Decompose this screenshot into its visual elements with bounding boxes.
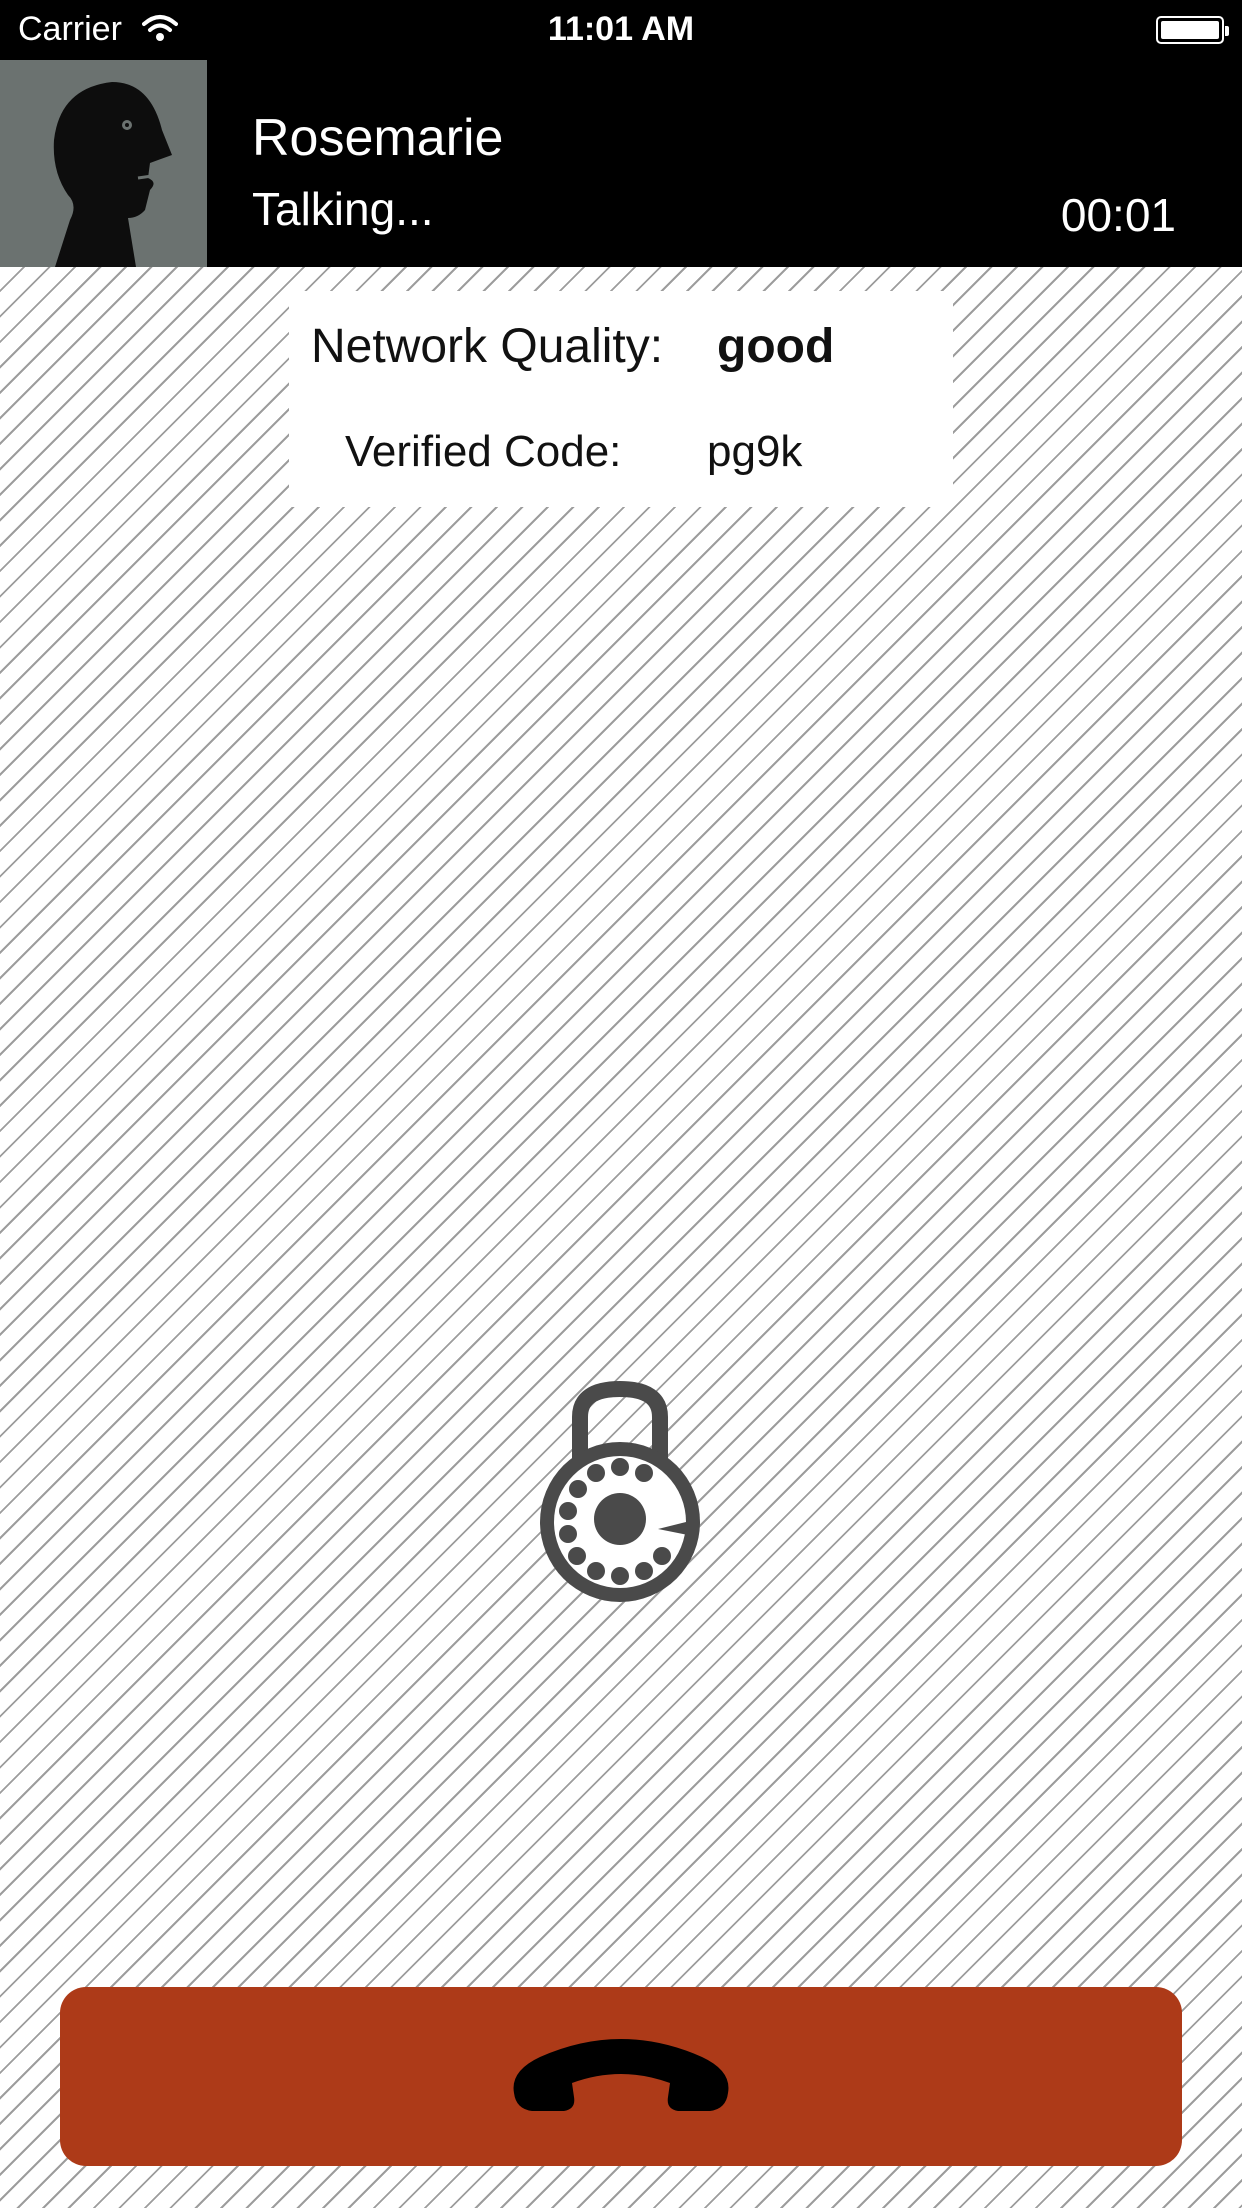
call-info-card: Network Quality: good Verified Code: pg9… [289,291,953,507]
status-bar: Carrier 11:01 AM [0,0,1242,60]
call-header: Rosemarie Talking... 00:01 [0,60,1242,267]
call-status: Talking... [252,183,434,235]
rotary-dial-lock-icon [530,1379,710,1607]
contact-name: Rosemarie [252,109,504,167]
person-silhouette-icon [53,82,172,267]
battery-icon [1156,16,1229,44]
verified-code-value: pg9k [707,427,803,476]
call-timer: 00:01 [1060,189,1176,241]
avatar [0,60,207,267]
network-quality-label: Network Quality: [311,320,664,373]
verified-code-label: Verified Code: [345,427,622,476]
network-quality-value: good [717,320,835,373]
phone-handset-icon [513,2039,729,2111]
status-time: 11:01 AM [547,10,695,48]
hangup-button[interactable] [60,1987,1182,2166]
call-content-area: Network Quality: good Verified Code: pg9… [0,267,1242,2208]
